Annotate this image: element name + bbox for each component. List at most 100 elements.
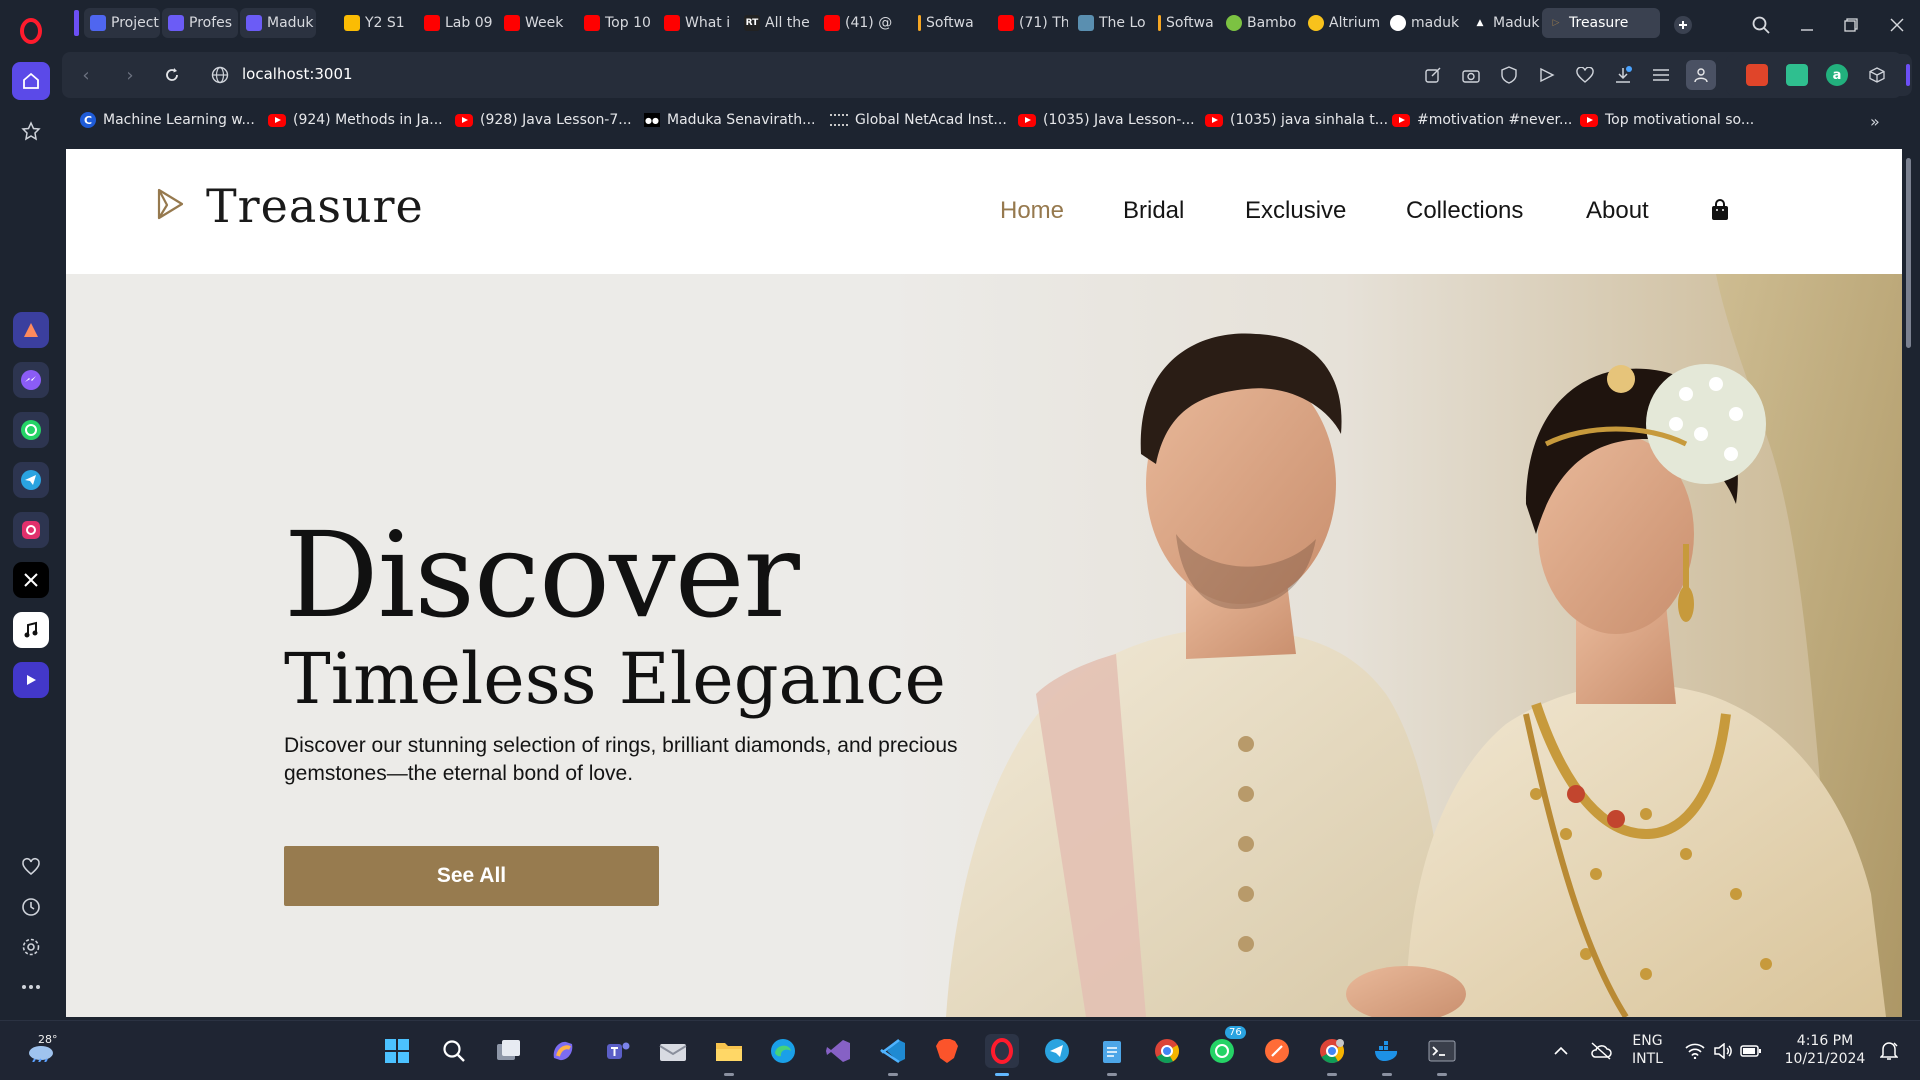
home-icon[interactable]: [12, 62, 50, 100]
opera-taskbar-icon[interactable]: [985, 1034, 1019, 1076]
whatsapp-icon[interactable]: [13, 412, 49, 448]
tab[interactable]: Maduk: [240, 8, 316, 38]
extension-red-icon[interactable]: [1746, 64, 1768, 86]
file-explorer-icon[interactable]: [712, 1034, 746, 1076]
telegram-taskbar-icon[interactable]: [1040, 1034, 1074, 1068]
volume-icon[interactable]: [1708, 1034, 1738, 1068]
aria-icon[interactable]: [13, 312, 49, 348]
bookmark-item[interactable]: Top motivational so...: [1580, 112, 1754, 128]
history-icon[interactable]: [12, 888, 50, 926]
tab[interactable]: The Lo: [1072, 8, 1148, 38]
tray-overflow-chevron-icon[interactable]: [1544, 1034, 1578, 1068]
cloud-offline-icon[interactable]: [1584, 1034, 1618, 1068]
url-field[interactable]: localhost:3001: [242, 65, 353, 83]
site-info-globe-icon[interactable]: [208, 63, 232, 87]
bookmark-item[interactable]: Global NetAcad Inst...: [830, 112, 1007, 128]
nav-collections[interactable]: Collections: [1406, 197, 1523, 225]
chrome-icon[interactable]: [1150, 1034, 1184, 1068]
nav-home[interactable]: Home: [1000, 197, 1064, 225]
nav-about[interactable]: About: [1586, 197, 1649, 225]
vscode-icon[interactable]: [876, 1034, 910, 1076]
terminal-icon[interactable]: [1425, 1034, 1459, 1076]
treasure-logo-icon[interactable]: [154, 187, 186, 225]
new-tab-plus-icon[interactable]: [1668, 10, 1698, 40]
tab[interactable]: Softwa: [1152, 8, 1228, 38]
taskbar-search-icon[interactable]: [437, 1034, 471, 1068]
bookmark-item[interactable]: (924) Methods in Ja...: [268, 112, 443, 128]
tab[interactable]: (41) @: [818, 8, 894, 38]
heart-icon[interactable]: [12, 848, 50, 886]
tab[interactable]: RT All the: [738, 8, 814, 38]
bookmark-item[interactable]: #motivation #never...: [1392, 112, 1572, 128]
shopping-bag-icon[interactable]: [1710, 199, 1730, 225]
visual-studio-icon[interactable]: [821, 1034, 855, 1068]
more-options-icon[interactable]: [12, 968, 50, 1006]
forward-arrow-icon[interactable]: ›: [118, 63, 142, 87]
tab[interactable]: maduk: [1384, 8, 1464, 38]
tab[interactable]: Lab 09: [418, 8, 494, 38]
vpn-shield-icon[interactable]: [1498, 64, 1520, 86]
back-arrow-icon[interactable]: ‹: [74, 63, 98, 87]
instagram-icon[interactable]: [13, 512, 49, 548]
music-icon[interactable]: [13, 612, 49, 648]
edge-icon[interactable]: [766, 1034, 800, 1068]
player-icon[interactable]: [13, 662, 49, 698]
downloads-icon[interactable]: [1612, 64, 1634, 86]
tab-treasure-active[interactable]: ▷ Treasure: [1542, 8, 1660, 38]
notifications-bell-icon[interactable]: [1874, 1034, 1904, 1068]
clock[interactable]: 4:16 PM 10/21/2024: [1780, 1032, 1870, 1068]
language-indicator[interactable]: ENG INTL: [1632, 1032, 1663, 1068]
tab[interactable]: Project: [84, 8, 160, 38]
x-twitter-icon[interactable]: [13, 562, 49, 598]
opera-logo-icon[interactable]: [14, 14, 48, 48]
tab[interactable]: Profes: [162, 8, 238, 38]
camera-snapshot-icon[interactable]: [1460, 64, 1482, 86]
reload-icon[interactable]: [160, 63, 184, 87]
tab[interactable]: Y2 S1: [338, 8, 414, 38]
pinboards-icon[interactable]: [12, 112, 50, 150]
bookmark-item[interactable]: (928) Java Lesson-7...: [455, 112, 632, 128]
tab[interactable]: Bambo: [1220, 8, 1300, 38]
tab[interactable]: Softwa: [912, 8, 988, 38]
tab[interactable]: Altrium: [1302, 8, 1382, 38]
see-all-button[interactable]: See All: [284, 846, 659, 906]
brave-icon[interactable]: [930, 1034, 964, 1068]
easy-setup-menu-icon[interactable]: [1650, 64, 1672, 86]
share-edit-icon[interactable]: [1422, 64, 1444, 86]
bookmark-item[interactable]: ●● Maduka Senavirath...: [644, 112, 815, 128]
brand-logo-text[interactable]: Treasure: [206, 179, 424, 233]
messenger-icon[interactable]: [13, 362, 49, 398]
notepad-icon[interactable]: [1095, 1034, 1129, 1076]
extensions-cube-icon[interactable]: [1866, 64, 1888, 86]
tab-search-icon[interactable]: [1746, 10, 1776, 40]
task-view-icon[interactable]: [492, 1034, 526, 1068]
windows-start-icon[interactable]: [380, 1034, 414, 1068]
close-icon[interactable]: [1882, 10, 1912, 40]
page-scrollbar-thumb[interactable]: [1906, 158, 1911, 348]
minimize-icon[interactable]: [1792, 10, 1822, 40]
flow-send-icon[interactable]: [1536, 64, 1558, 86]
bookmark-item[interactable]: C Machine Learning w...: [80, 112, 255, 128]
nav-bridal[interactable]: Bridal: [1123, 197, 1184, 225]
tab[interactable]: Top 10: [578, 8, 654, 38]
postman-icon[interactable]: [1260, 1034, 1294, 1068]
settings-gear-icon[interactable]: [12, 928, 50, 966]
telegram-icon[interactable]: [13, 462, 49, 498]
tab[interactable]: (71) Th: [992, 8, 1068, 38]
copilot-icon[interactable]: [546, 1034, 580, 1068]
whatsapp-taskbar-icon[interactable]: 76: [1205, 1026, 1246, 1068]
profile-icon[interactable]: [1686, 60, 1716, 90]
chrome-profile-icon[interactable]: [1315, 1034, 1349, 1076]
battery-icon[interactable]: [1736, 1034, 1766, 1068]
tab[interactable]: Week: [498, 8, 574, 38]
wifi-icon[interactable]: [1680, 1034, 1710, 1068]
docker-icon[interactable]: [1370, 1034, 1404, 1076]
teams-icon[interactable]: [601, 1034, 635, 1068]
extension-green-icon[interactable]: [1786, 64, 1808, 86]
bookmark-item[interactable]: (1035) Java Lesson-...: [1018, 112, 1195, 128]
bookmark-item[interactable]: (1035) java sinhala t...: [1205, 112, 1388, 128]
restore-icon[interactable]: [1836, 10, 1866, 40]
favorites-heart-icon[interactable]: [1574, 64, 1596, 86]
mail-icon[interactable]: [656, 1034, 690, 1068]
nav-exclusive[interactable]: Exclusive: [1245, 197, 1346, 225]
